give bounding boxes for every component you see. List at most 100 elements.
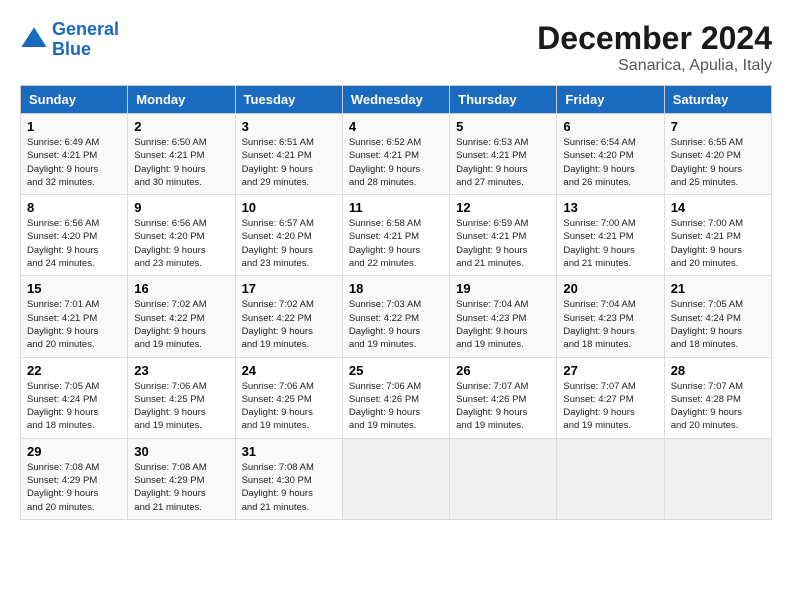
calendar-cell: 9 Sunrise: 6:56 AM Sunset: 4:20 PM Daylig… [128, 195, 235, 276]
day-number: 9 [134, 200, 228, 215]
day-number: 18 [349, 281, 443, 296]
calendar-cell: 28 Sunrise: 7:07 AM Sunset: 4:28 PM Dayli… [664, 357, 771, 438]
title-block: December 2024 Sanarica, Apulia, Italy [537, 20, 772, 75]
calendar-cell: 18 Sunrise: 7:03 AM Sunset: 4:22 PM Dayli… [342, 276, 449, 357]
day-info: Sunrise: 7:06 AM Sunset: 4:25 PM Dayligh… [242, 380, 336, 433]
day-info: Sunrise: 7:03 AM Sunset: 4:22 PM Dayligh… [349, 298, 443, 351]
calendar-cell: 5Sunrise: 6:53 AM Sunset: 4:21 PM Daylig… [450, 114, 557, 195]
calendar-cell: 22 Sunrise: 7:05 AM Sunset: 4:24 PM Dayli… [21, 357, 128, 438]
calendar-cell [664, 438, 771, 519]
logo-text: General Blue [52, 20, 119, 60]
day-info: Sunrise: 7:08 AM Sunset: 4:29 PM Dayligh… [134, 461, 228, 514]
calendar-table: SundayMondayTuesdayWednesdayThursdayFrid… [20, 85, 772, 520]
day-number: 29 [27, 444, 121, 459]
day-number: 12 [456, 200, 550, 215]
logo-icon [20, 26, 48, 54]
day-info: Sunrise: 6:56 AM Sunset: 4:20 PM Dayligh… [27, 217, 121, 270]
day-number: 16 [134, 281, 228, 296]
day-info: Sunrise: 6:49 AM Sunset: 4:21 PM Dayligh… [27, 136, 121, 189]
day-info: Sunrise: 6:50 AM Sunset: 4:21 PM Dayligh… [134, 136, 228, 189]
calendar-header-wednesday: Wednesday [342, 86, 449, 114]
day-info: Sunrise: 7:07 AM Sunset: 4:27 PM Dayligh… [563, 380, 657, 433]
calendar-header-monday: Monday [128, 86, 235, 114]
calendar-cell: 17Sunrise: 7:02 AM Sunset: 4:22 PM Dayli… [235, 276, 342, 357]
calendar-cell [557, 438, 664, 519]
day-info: Sunrise: 6:56 AM Sunset: 4:20 PM Dayligh… [134, 217, 228, 270]
calendar-cell: 12 Sunrise: 6:59 AM Sunset: 4:21 PM Dayli… [450, 195, 557, 276]
day-info: Sunrise: 7:04 AM Sunset: 4:23 PM Dayligh… [563, 298, 657, 351]
page-header: General Blue December 2024 Sanarica, Apu… [20, 20, 772, 75]
day-number: 22 [27, 363, 121, 378]
calendar-week-2: 8Sunrise: 6:56 AM Sunset: 4:20 PM Daylig… [21, 195, 772, 276]
calendar-cell: 3Sunrise: 6:51 AM Sunset: 4:21 PM Daylig… [235, 114, 342, 195]
day-info: Sunrise: 7:00 AM Sunset: 4:21 PM Dayligh… [671, 217, 765, 270]
location-title: Sanarica, Apulia, Italy [537, 57, 772, 75]
day-info: Sunrise: 7:02 AM Sunset: 4:22 PM Dayligh… [242, 298, 336, 351]
calendar-week-4: 22 Sunrise: 7:05 AM Sunset: 4:24 PM Dayli… [21, 357, 772, 438]
calendar-header-sunday: Sunday [21, 86, 128, 114]
calendar-cell: 2Sunrise: 6:50 AM Sunset: 4:21 PM Daylig… [128, 114, 235, 195]
calendar-cell: 31 Sunrise: 7:08 AM Sunset: 4:30 PM Dayli… [235, 438, 342, 519]
day-number: 14 [671, 200, 765, 215]
calendar-cell: 19 Sunrise: 7:04 AM Sunset: 4:23 PM Dayli… [450, 276, 557, 357]
month-title: December 2024 [537, 20, 772, 57]
day-number: 11 [349, 200, 443, 215]
day-number: 19 [456, 281, 550, 296]
day-info: Sunrise: 7:04 AM Sunset: 4:23 PM Dayligh… [456, 298, 550, 351]
day-info: Sunrise: 6:55 AM Sunset: 4:20 PM Dayligh… [671, 136, 765, 189]
calendar-week-1: 1 Sunrise: 6:49 AM Sunset: 4:21 PM Daylig… [21, 114, 772, 195]
day-info: Sunrise: 6:59 AM Sunset: 4:21 PM Dayligh… [456, 217, 550, 270]
day-info: Sunrise: 6:52 AM Sunset: 4:21 PM Dayligh… [349, 136, 443, 189]
day-info: Sunrise: 6:51 AM Sunset: 4:21 PM Dayligh… [242, 136, 336, 189]
day-info: Sunrise: 7:05 AM Sunset: 4:24 PM Dayligh… [27, 380, 121, 433]
day-number: 7 [671, 119, 765, 134]
calendar-cell: 15 Sunrise: 7:01 AM Sunset: 4:21 PM Dayli… [21, 276, 128, 357]
calendar-cell: 29 Sunrise: 7:08 AM Sunset: 4:29 PM Dayli… [21, 438, 128, 519]
day-info: Sunrise: 6:57 AM Sunset: 4:20 PM Dayligh… [242, 217, 336, 270]
logo: General Blue [20, 20, 119, 60]
calendar-cell: 13Sunrise: 7:00 AM Sunset: 4:21 PM Dayli… [557, 195, 664, 276]
calendar-header-thursday: Thursday [450, 86, 557, 114]
calendar-week-5: 29 Sunrise: 7:08 AM Sunset: 4:29 PM Dayli… [21, 438, 772, 519]
calendar-cell: 14 Sunrise: 7:00 AM Sunset: 4:21 PM Dayli… [664, 195, 771, 276]
day-number: 28 [671, 363, 765, 378]
day-number: 31 [242, 444, 336, 459]
calendar-cell: 20 Sunrise: 7:04 AM Sunset: 4:23 PM Dayli… [557, 276, 664, 357]
day-number: 4 [349, 119, 443, 134]
logo-line1: General [52, 19, 119, 39]
calendar-cell: 30 Sunrise: 7:08 AM Sunset: 4:29 PM Dayli… [128, 438, 235, 519]
logo-line2: Blue [52, 39, 91, 59]
day-info: Sunrise: 6:53 AM Sunset: 4:21 PM Dayligh… [456, 136, 550, 189]
calendar-cell: 6 Sunrise: 6:54 AM Sunset: 4:20 PM Daylig… [557, 114, 664, 195]
day-number: 6 [563, 119, 657, 134]
calendar-cell: 4 Sunrise: 6:52 AM Sunset: 4:21 PM Daylig… [342, 114, 449, 195]
calendar-cell [450, 438, 557, 519]
day-number: 15 [27, 281, 121, 296]
day-number: 21 [671, 281, 765, 296]
calendar-cell: 25Sunrise: 7:06 AM Sunset: 4:26 PM Dayli… [342, 357, 449, 438]
day-number: 26 [456, 363, 550, 378]
day-info: Sunrise: 7:08 AM Sunset: 4:29 PM Dayligh… [27, 461, 121, 514]
calendar-cell: 21Sunrise: 7:05 AM Sunset: 4:24 PM Dayli… [664, 276, 771, 357]
calendar-week-3: 15 Sunrise: 7:01 AM Sunset: 4:21 PM Dayli… [21, 276, 772, 357]
day-info: Sunrise: 6:54 AM Sunset: 4:20 PM Dayligh… [563, 136, 657, 189]
calendar-header-friday: Friday [557, 86, 664, 114]
calendar-cell: 7 Sunrise: 6:55 AM Sunset: 4:20 PM Daylig… [664, 114, 771, 195]
calendar-cell: 8Sunrise: 6:56 AM Sunset: 4:20 PM Daylig… [21, 195, 128, 276]
day-info: Sunrise: 7:07 AM Sunset: 4:28 PM Dayligh… [671, 380, 765, 433]
day-number: 10 [242, 200, 336, 215]
day-number: 30 [134, 444, 228, 459]
day-number: 27 [563, 363, 657, 378]
calendar-cell: 26Sunrise: 7:07 AM Sunset: 4:26 PM Dayli… [450, 357, 557, 438]
day-number: 20 [563, 281, 657, 296]
calendar-cell: 1 Sunrise: 6:49 AM Sunset: 4:21 PM Daylig… [21, 114, 128, 195]
day-info: Sunrise: 6:58 AM Sunset: 4:21 PM Dayligh… [349, 217, 443, 270]
day-number: 1 [27, 119, 121, 134]
day-info: Sunrise: 7:06 AM Sunset: 4:25 PM Dayligh… [134, 380, 228, 433]
calendar-cell [342, 438, 449, 519]
day-info: Sunrise: 7:08 AM Sunset: 4:30 PM Dayligh… [242, 461, 336, 514]
calendar-cell: 11 Sunrise: 6:58 AM Sunset: 4:21 PM Dayli… [342, 195, 449, 276]
day-info: Sunrise: 7:06 AM Sunset: 4:26 PM Dayligh… [349, 380, 443, 433]
day-info: Sunrise: 7:01 AM Sunset: 4:21 PM Dayligh… [27, 298, 121, 351]
day-info: Sunrise: 7:02 AM Sunset: 4:22 PM Dayligh… [134, 298, 228, 351]
